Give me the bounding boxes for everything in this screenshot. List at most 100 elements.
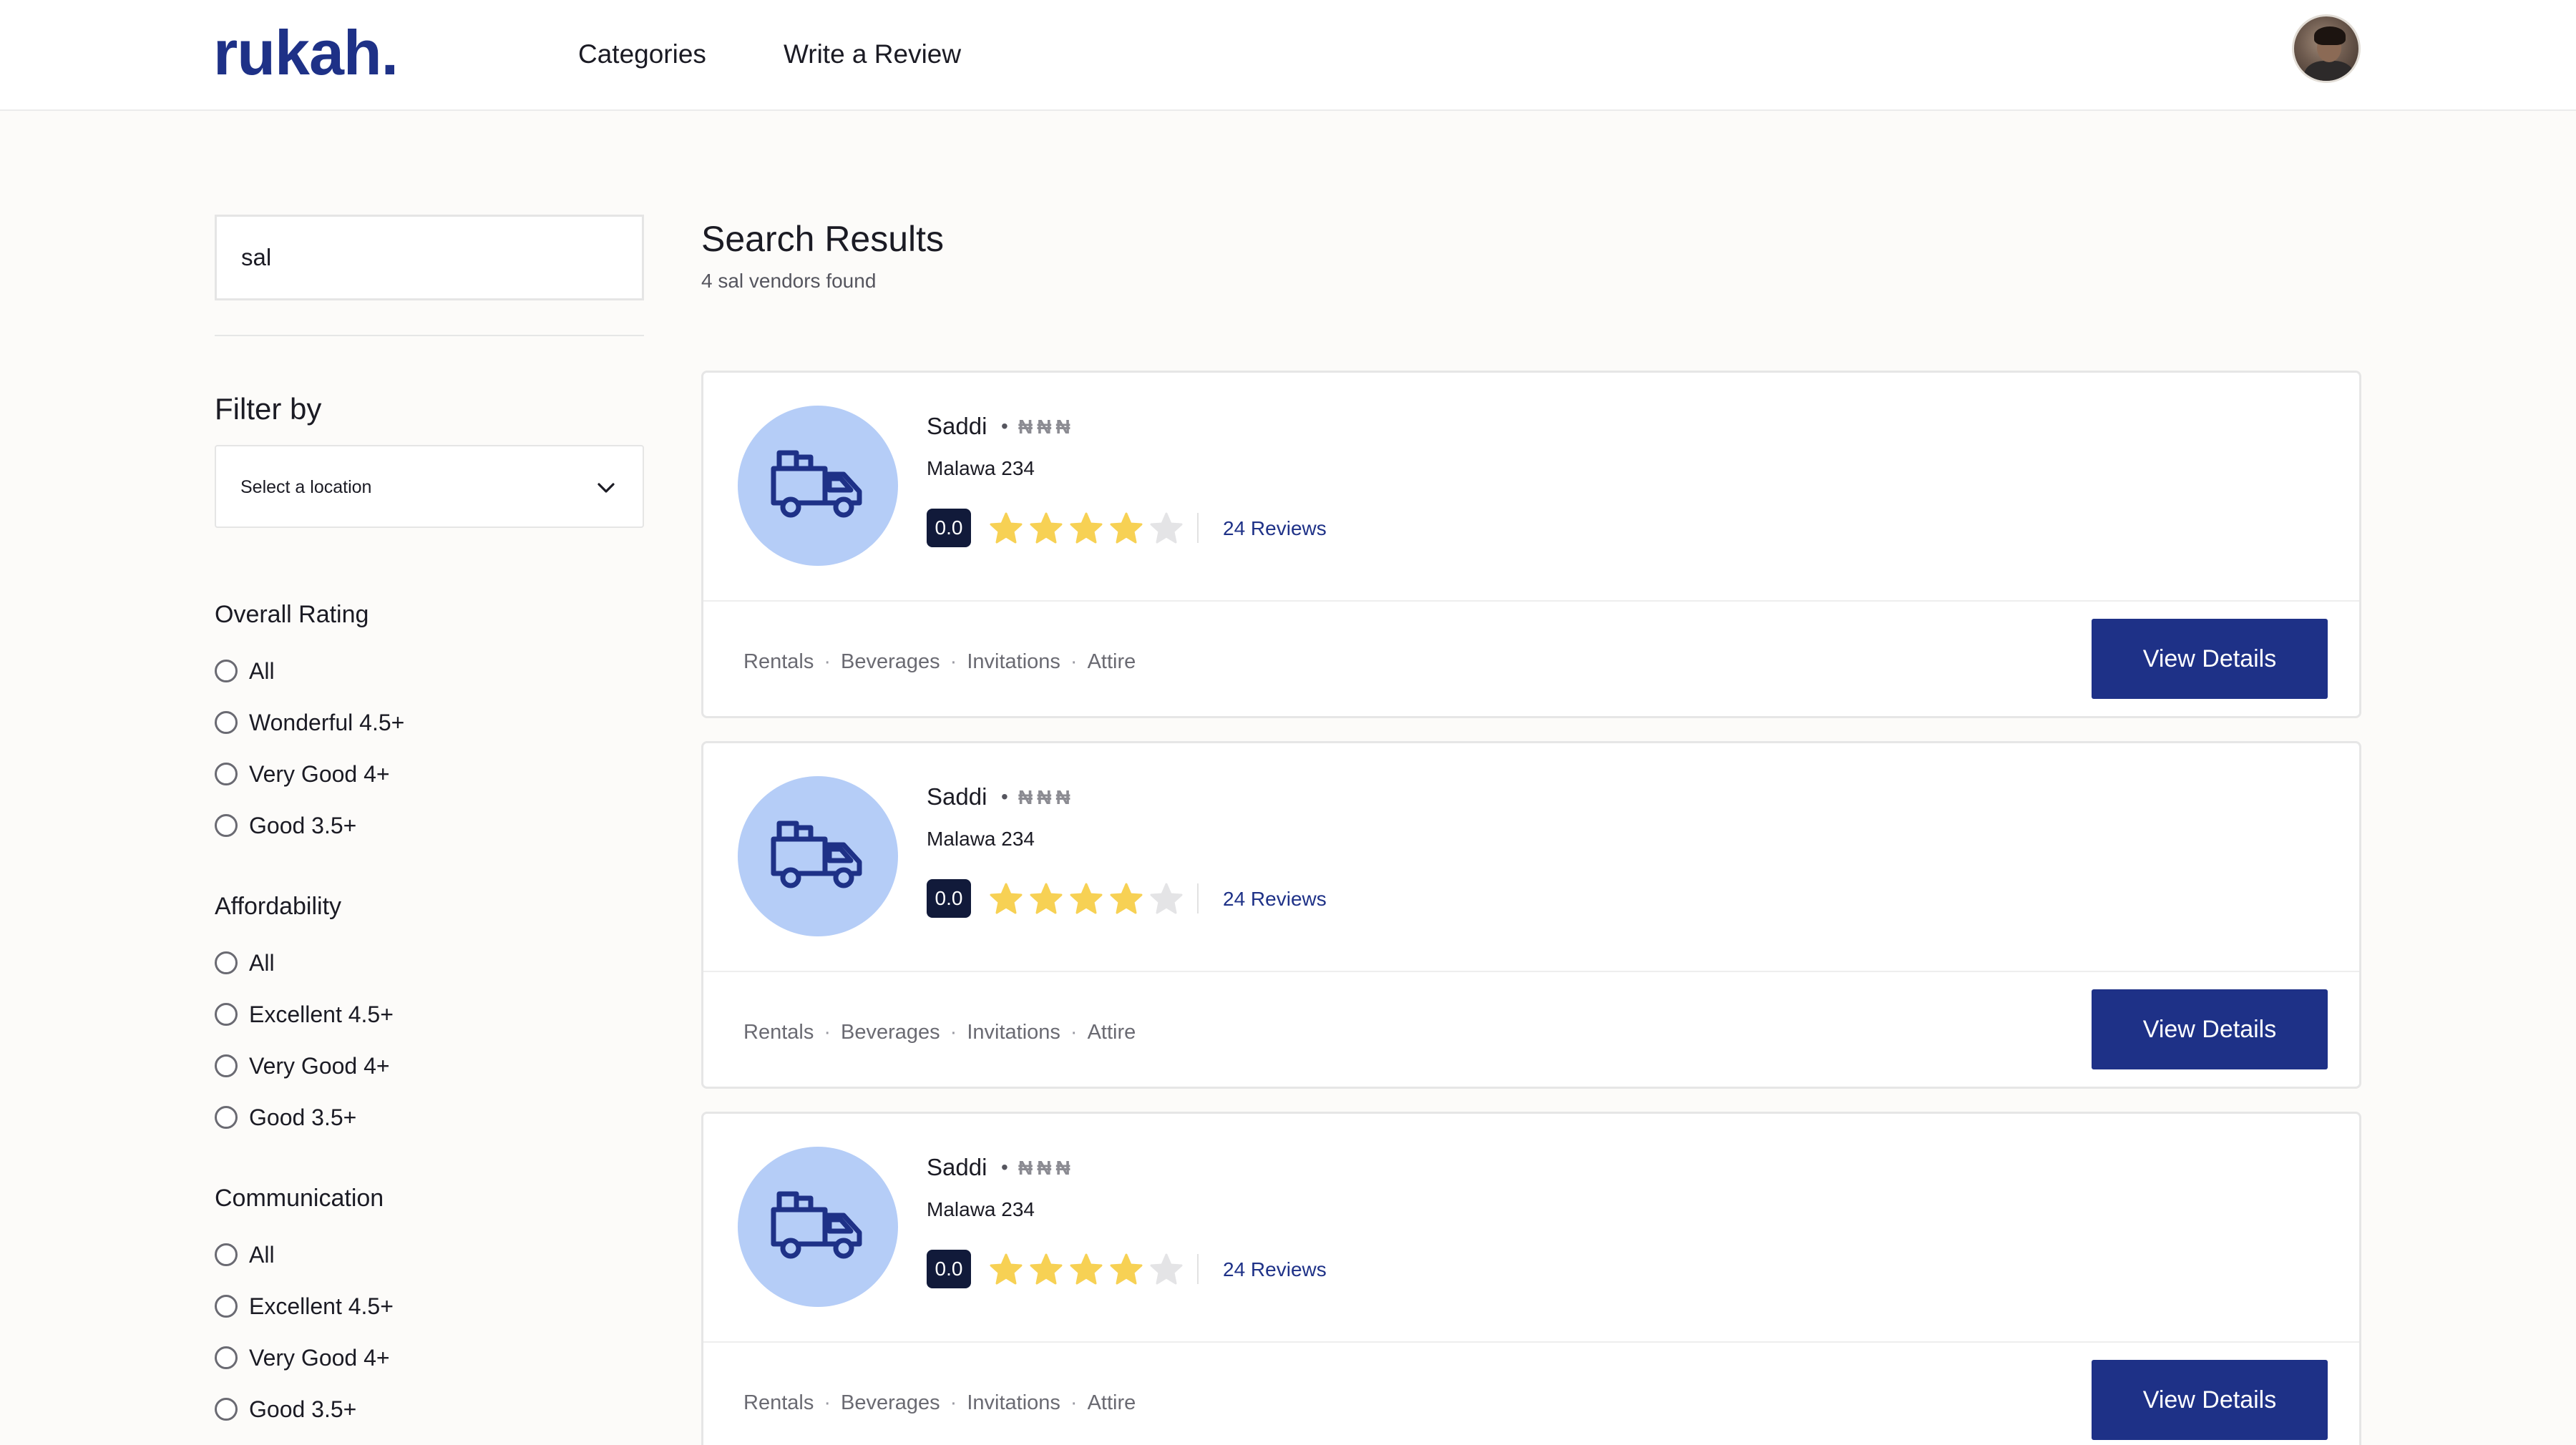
radio-button[interactable] [215, 711, 238, 734]
category-tag[interactable]: Invitations [967, 1391, 1060, 1414]
radio-button[interactable] [215, 1398, 238, 1421]
rating-score-badge: 0.0 [927, 509, 971, 547]
category-tag[interactable]: Beverages [841, 1021, 940, 1044]
vendor-name[interactable]: Saddi [927, 411, 987, 441]
location-select-label: Select a location [240, 477, 372, 497]
star-icon [1110, 1253, 1143, 1285]
filter-option-label: All [249, 950, 275, 976]
filter-option-label: All [249, 658, 275, 684]
divider [1197, 1254, 1199, 1284]
radio-button[interactable] [215, 1243, 238, 1266]
filter-option-label: Wonderful 4.5+ [249, 710, 405, 735]
category-tag[interactable]: Attire [1088, 1021, 1136, 1044]
results-title: Search Results [701, 219, 945, 259]
tag-separator: · [824, 1021, 831, 1044]
brand-logo[interactable]: rukah. [213, 17, 399, 89]
view-details-button[interactable]: View Details [2092, 1360, 2328, 1440]
radio-button[interactable] [215, 1054, 238, 1077]
radio-button[interactable] [215, 1106, 238, 1129]
rating-score-badge: 0.0 [927, 1250, 971, 1288]
radio-button[interactable] [215, 814, 238, 837]
radio-button[interactable] [215, 1003, 238, 1026]
name-separator: • [1001, 785, 1008, 808]
vendor-name[interactable]: Saddi [927, 1152, 987, 1182]
filter-option-label: Good 3.5+ [249, 1396, 357, 1422]
price-level: ₦₦₦ [1018, 416, 1075, 438]
category-tag[interactable]: Rentals [743, 650, 814, 673]
sidebar-divider [215, 335, 644, 336]
vendor-logo [738, 776, 898, 936]
filter-option-label: Good 3.5+ [249, 1104, 357, 1130]
reviews-link[interactable]: 24 Reviews [1223, 886, 1327, 912]
vendor-card[interactable]: Saddi • ₦₦₦ Malawa 234 0.0 24 Reviews Rentals ·… [701, 741, 2361, 1089]
chevron-down-icon [597, 483, 615, 493]
nav-categories[interactable]: Categories [578, 37, 706, 72]
results-count: 4 sal vendors found [701, 270, 877, 292]
price-level: ₦₦₦ [1018, 786, 1075, 808]
tag-separator: · [1070, 1021, 1078, 1044]
star-icon [1150, 512, 1183, 544]
filter-title: Filter by [215, 392, 322, 426]
vendor-address: Malawa 234 [927, 457, 1035, 479]
category-tag[interactable]: Rentals [743, 1021, 814, 1044]
star-icon [1070, 1253, 1103, 1285]
filter-option-label: Very Good 4+ [249, 1053, 390, 1079]
category-tag[interactable]: Beverages [841, 1391, 940, 1414]
nav-write-review[interactable]: Write a Review [784, 37, 961, 72]
location-select[interactable]: Select a location [215, 445, 644, 528]
star-icon [1030, 512, 1063, 544]
category-tags: Rentals · Beverages · Invitations · Attire [743, 647, 1136, 676]
category-tag[interactable]: Attire [1088, 650, 1136, 673]
tag-separator: · [1070, 1391, 1078, 1414]
category-tag[interactable]: Rentals [743, 1391, 814, 1414]
tag-separator: · [1070, 650, 1078, 673]
search-input[interactable] [215, 215, 644, 300]
top-header: rukah. Categories Write a Review [0, 0, 2576, 111]
filter-group-title: Affordability [215, 893, 342, 920]
radio-button[interactable] [215, 951, 238, 974]
radio-button[interactable] [215, 763, 238, 785]
card-divider [703, 600, 2359, 602]
tag-separator: · [824, 650, 831, 673]
reviews-link[interactable]: 24 Reviews [1223, 516, 1327, 542]
category-tag[interactable]: Invitations [967, 1021, 1060, 1044]
truck-icon [771, 1191, 862, 1259]
category-tag[interactable]: Beverages [841, 650, 940, 673]
divider [1197, 513, 1199, 543]
vendor-name[interactable]: Saddi [927, 782, 987, 812]
star-icon [1110, 512, 1143, 544]
user-avatar[interactable] [2292, 14, 2361, 83]
rating-score-badge: 0.0 [927, 879, 971, 918]
radio-button[interactable] [215, 1295, 238, 1318]
name-separator: • [1001, 1156, 1008, 1178]
truck-icon [771, 450, 862, 518]
star-icon [1110, 883, 1143, 914]
vendor-card[interactable]: Saddi • ₦₦₦ Malawa 234 0.0 24 Reviews Rentals ·… [701, 1112, 2361, 1445]
star-icon [1030, 883, 1063, 914]
vendor-address: Malawa 234 [927, 1198, 1035, 1220]
vendor-card[interactable]: Saddi • ₦₦₦ Malawa 234 0.0 24 Reviews Rentals ·… [701, 371, 2361, 718]
filter-option-label: All [249, 1242, 275, 1268]
star-icon [1070, 883, 1103, 914]
tag-separator: · [950, 1021, 957, 1044]
category-tags: Rentals · Beverages · Invitations · Attire [743, 1018, 1136, 1047]
category-tag[interactable]: Invitations [967, 650, 1060, 673]
name-separator: • [1001, 415, 1008, 437]
price-level: ₦₦₦ [1018, 1157, 1075, 1179]
radio-button[interactable] [215, 1346, 238, 1369]
category-tag[interactable]: Attire [1088, 1391, 1136, 1414]
card-divider [703, 1341, 2359, 1343]
view-details-button[interactable]: View Details [2092, 989, 2328, 1069]
radio-button[interactable] [215, 660, 238, 682]
filter-option-label: Good 3.5+ [249, 813, 357, 838]
reviews-link[interactable]: 24 Reviews [1223, 1257, 1327, 1283]
vendor-logo [738, 406, 898, 566]
filter-option-label: Excellent 4.5+ [249, 1001, 394, 1027]
star-icon [1150, 883, 1183, 914]
star-icon [990, 512, 1023, 544]
filter-option-label: Very Good 4+ [249, 1345, 390, 1371]
truck-icon [771, 821, 862, 888]
star-icon [990, 883, 1023, 914]
star-icon [990, 1253, 1023, 1285]
view-details-button[interactable]: View Details [2092, 619, 2328, 699]
